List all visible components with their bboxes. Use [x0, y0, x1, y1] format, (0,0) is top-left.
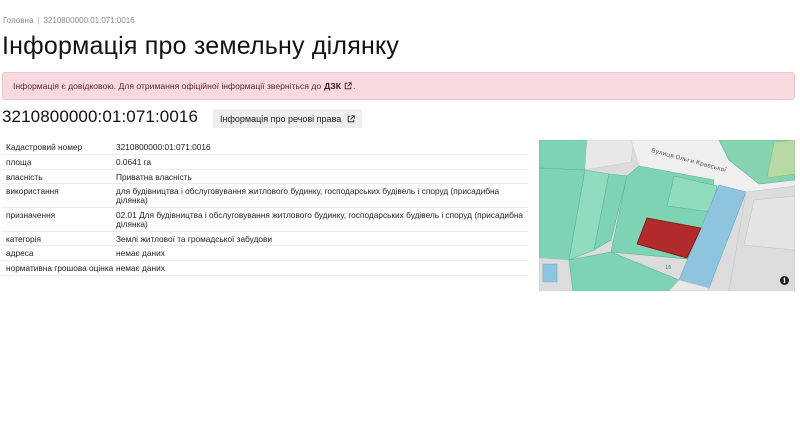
row-value: 3210800000:01:071:0016: [116, 142, 211, 152]
table-row: власність Приватна власність: [2, 170, 528, 185]
table-row: категорія Землі житлової та громадської …: [2, 232, 528, 247]
info-alert: Інформація є довідковою. Для отримання о…: [2, 72, 795, 100]
parcel-map[interactable]: Вулиця Ольги Кравської 16 i: [539, 140, 795, 291]
row-label: нормативна грошова оцінка: [6, 263, 114, 274]
row-label: адреса: [6, 248, 34, 259]
row-label: категорія: [6, 233, 41, 244]
map-parcel-number: 16: [665, 265, 671, 271]
map-canvas[interactable]: Вулиця Ольги Кравської 16: [539, 140, 795, 291]
page-title: Інформація про земельну ділянку: [2, 32, 400, 60]
breadcrumb-current: 3210800000:01:071:0016: [43, 16, 135, 25]
table-row: використання для будівництва і обслугову…: [2, 184, 528, 208]
alert-text: Інформація є довідковою. Для отримання о…: [13, 81, 322, 91]
external-link-icon[interactable]: [344, 82, 352, 90]
property-rights-button[interactable]: Інформація про речові права: [213, 109, 363, 128]
row-value: для будівництва і обслуговування житлово…: [116, 186, 500, 206]
property-rights-button-label: Інформація про речові права: [220, 113, 342, 124]
row-label: Кадастровий номер: [6, 142, 83, 152]
alert-suffix: .: [352, 81, 356, 91]
row-value: 02.01 Для будівництва і обслуговування ж…: [116, 209, 524, 229]
table-row: нормативна грошова оцінка немає даних: [2, 261, 528, 276]
row-label: площа: [6, 156, 32, 167]
row-value: немає даних: [116, 248, 165, 259]
row-value: Приватна власність: [116, 171, 192, 182]
row-label: використання: [6, 186, 59, 197]
row-value: Землі житлової та громадської забудови: [116, 233, 273, 244]
table-row: площа 0.0641 га: [2, 155, 528, 170]
breadcrumb: Головна | 3210800000:01:071:0016: [3, 16, 135, 25]
cadastral-number-heading: 3210800000:01:071:0016: [2, 107, 199, 126]
row-label: власність: [6, 171, 43, 182]
breadcrumb-home[interactable]: Головна: [3, 16, 33, 25]
row-label: призначення: [6, 209, 56, 220]
dzk-link[interactable]: ДЗК: [324, 81, 341, 91]
external-link-icon: [348, 114, 355, 122]
row-value: 0.0641 га: [116, 156, 152, 167]
info-icon[interactable]: i: [780, 276, 789, 285]
row-value: немає даних: [116, 263, 165, 274]
table-row: призначення 02.01 Для будівництва і обсл…: [2, 208, 528, 232]
table-row: Кадастровий номер 3210800000:01:071:0016: [2, 140, 528, 155]
parcel-info-table: Кадастровий номер 3210800000:01:071:0016…: [2, 140, 528, 276]
breadcrumb-separator: |: [37, 16, 40, 25]
table-row: адреса немає даних: [2, 246, 528, 262]
